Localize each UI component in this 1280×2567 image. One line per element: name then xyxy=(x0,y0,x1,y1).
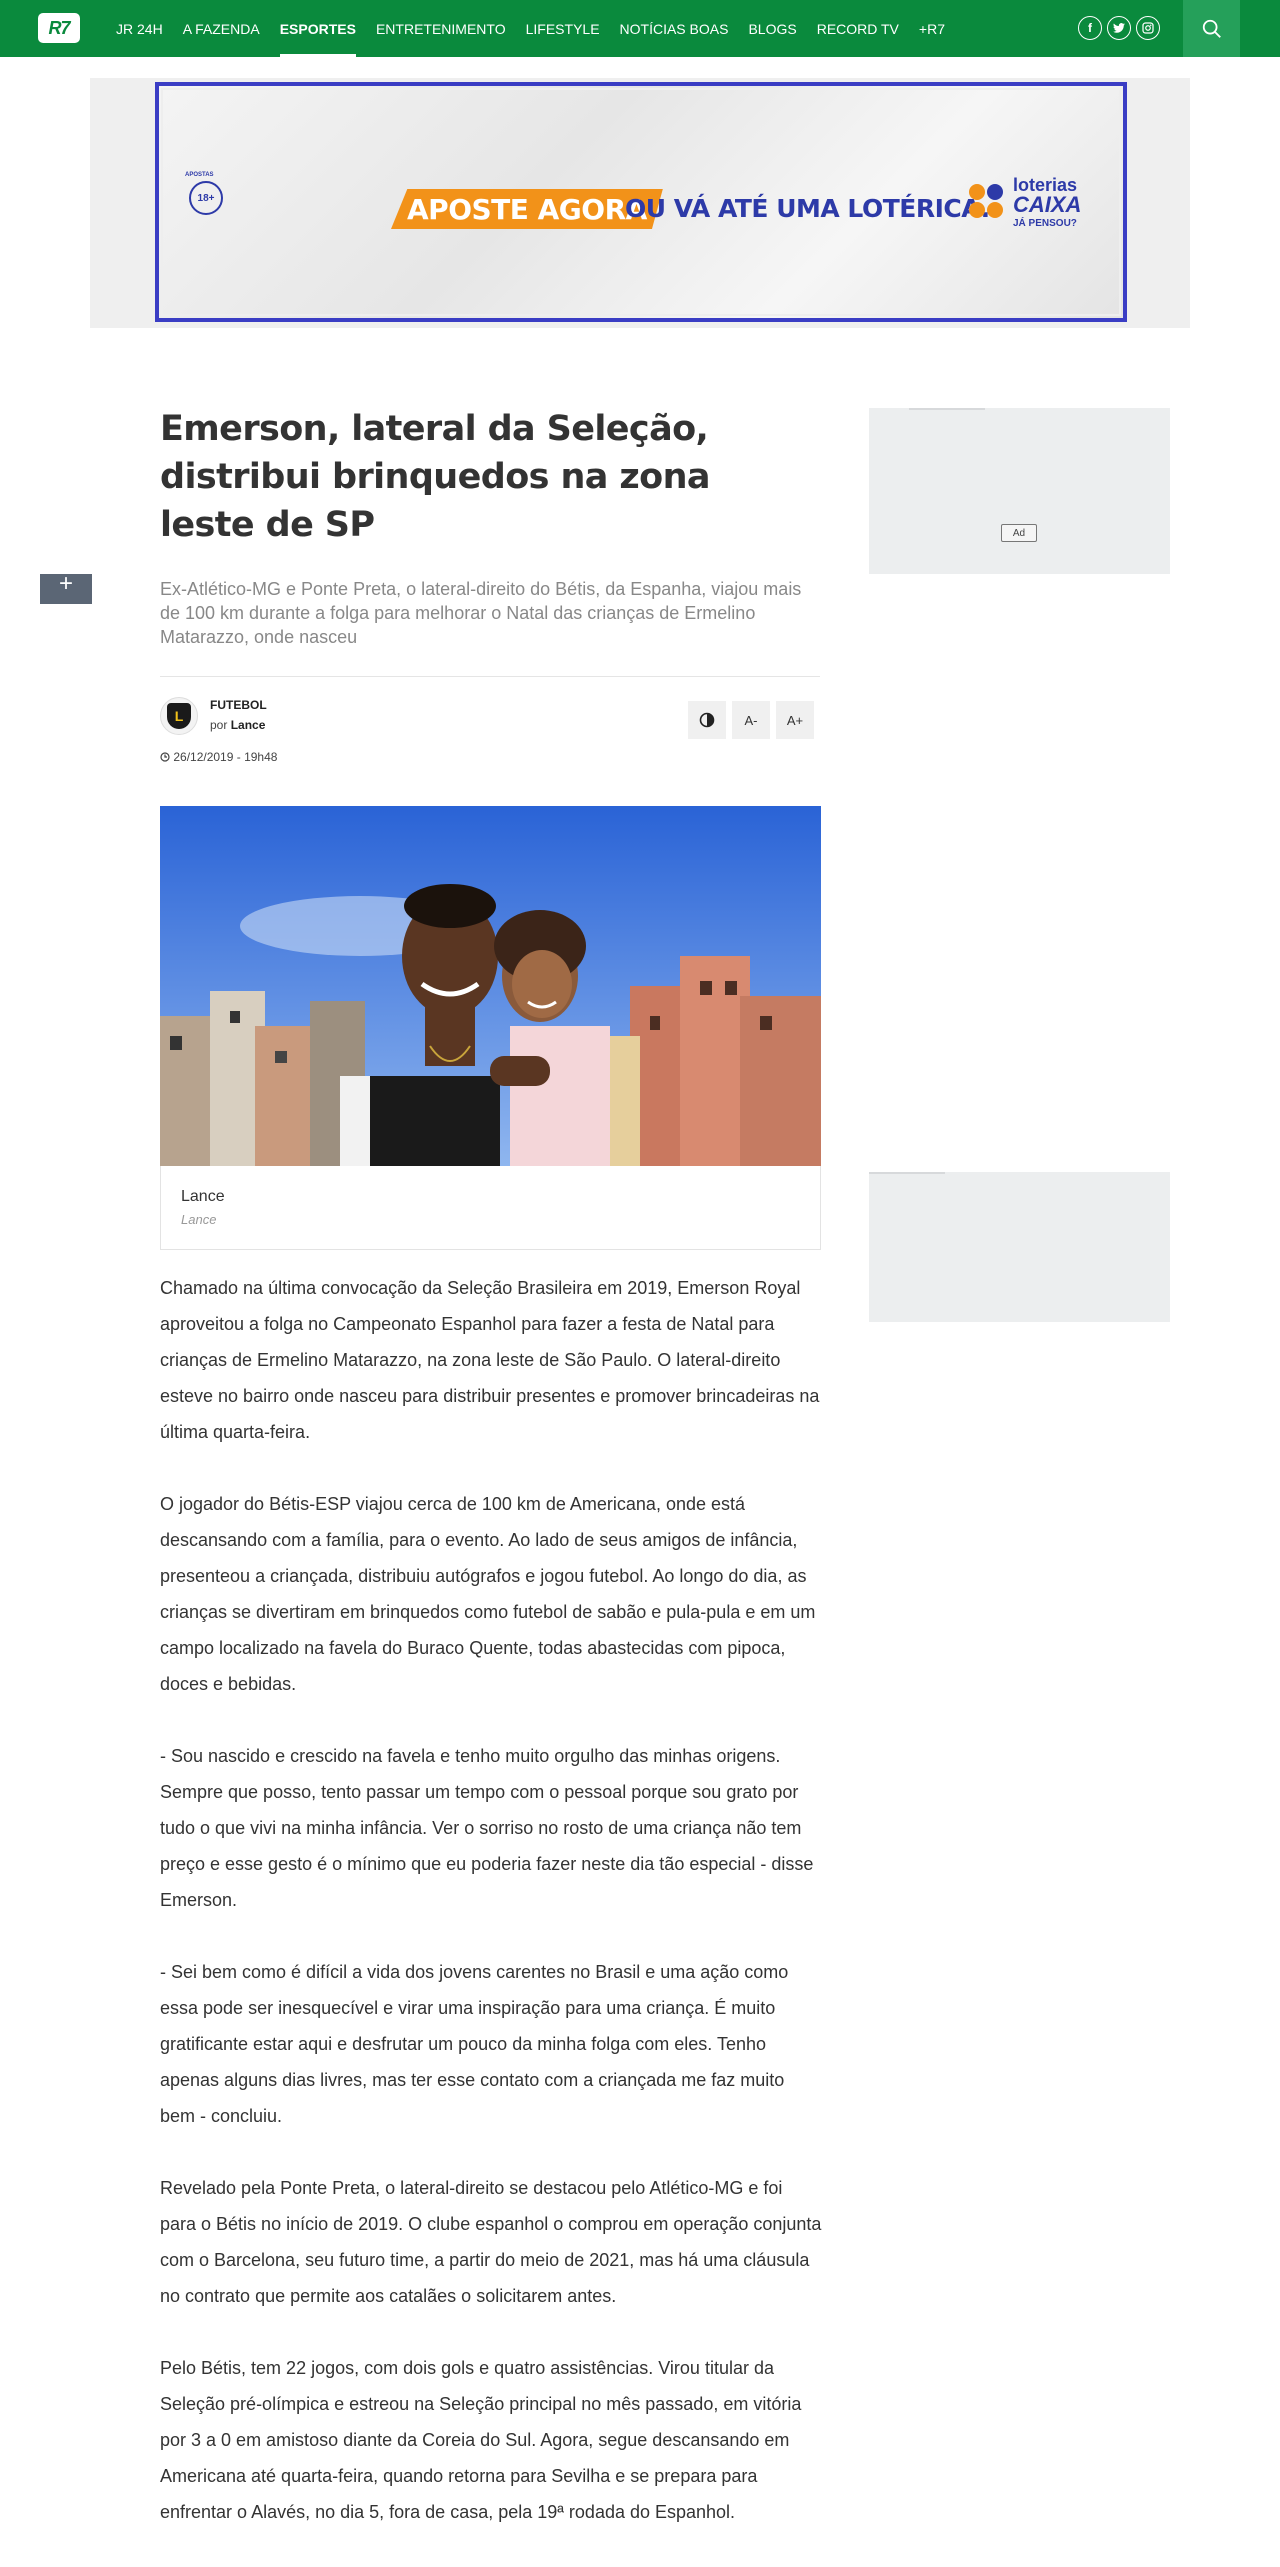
article-subtitle: Ex-Atlético-MG e Ponte Preta, o lateral-… xyxy=(160,579,802,647)
age-18-badge: 18+ xyxy=(189,181,223,215)
search-button[interactable] xyxy=(1183,0,1240,57)
reading-tools: A- A+ xyxy=(688,701,814,739)
contrast-icon xyxy=(699,712,715,728)
publish-date-text: 26/12/2019 - 19h48 xyxy=(173,750,278,764)
nav-item-lifestyle[interactable]: LIFESTYLE xyxy=(526,0,600,57)
nav-item-entretenimento[interactable]: ENTRETENIMENTO xyxy=(376,0,506,57)
clover-icon xyxy=(969,184,1003,218)
article-body: Chamado na última convocação da Seleção … xyxy=(160,1270,822,2566)
contrast-button[interactable] xyxy=(688,701,726,739)
publish-date: 26/12/2019 - 19h48 xyxy=(160,750,277,764)
ja-pensou-text: JÁ PENSOU? xyxy=(1013,218,1077,229)
top-navigation-bar: R7 JR 24H A FAZENDA ESPORTES ENTRETENIME… xyxy=(0,0,1280,57)
social-links: f xyxy=(1078,16,1160,40)
author-name[interactable]: Lance xyxy=(231,718,266,732)
sidebar-ad-top[interactable]: Ad xyxy=(869,408,1170,574)
nav-item-record-tv[interactable]: RECORD TV xyxy=(817,0,899,57)
by-prefix: por xyxy=(210,718,228,732)
search-icon xyxy=(1202,19,1221,38)
clock-icon xyxy=(160,752,170,762)
article-category[interactable]: FUTEBOL xyxy=(210,698,267,712)
instagram-icon[interactable] xyxy=(1136,16,1160,40)
aposte-agora-text: APOSTE AGORA xyxy=(391,189,663,229)
facebook-icon[interactable]: f xyxy=(1078,16,1102,40)
age-badge-top-text: APOSTAS xyxy=(185,172,214,178)
photo-caption-box: Lance Lance xyxy=(160,1166,821,1250)
ad-label: Ad xyxy=(1001,524,1037,542)
nav-item-esportes[interactable]: ESPORTES xyxy=(279,0,357,57)
share-button[interactable]: + xyxy=(40,572,92,604)
paragraph: Revelado pela Ponte Preta, o lateral-dir… xyxy=(160,2178,822,2306)
paragraph: Chamado na última convocação da Seleção … xyxy=(160,1278,820,1442)
increase-font-button[interactable]: A+ xyxy=(776,701,814,739)
nav-item-blogs[interactable]: BLOGS xyxy=(748,0,796,57)
paragraph: Pelo Bétis, tem 22 jogos, com dois gols … xyxy=(160,2358,802,2522)
paragraph: - Sei bem como é difícil a vida dos jove… xyxy=(160,1962,789,2126)
nav-item-jr24h[interactable]: JR 24H xyxy=(116,0,163,57)
r7-logo[interactable]: R7 xyxy=(38,13,80,43)
article-title: Emerson, lateral da Seleção, distribui b… xyxy=(160,409,711,545)
loterias-caixa-logo: loterias CAIXA JÁ PENSOU? xyxy=(969,176,1099,236)
decrease-font-button[interactable]: A- xyxy=(732,701,770,739)
photo-caption: Lance xyxy=(181,1188,225,1205)
nav-item-noticias-boas[interactable]: NOTÍCIAS BOAS xyxy=(620,0,729,57)
lance-avatar[interactable]: L xyxy=(160,697,198,735)
article-photo[interactable] xyxy=(160,806,821,1166)
lottery-ad-banner[interactable]: APOSTAS 18+ APOSTE AGORA OU VÁ ATÉ UMA L… xyxy=(155,82,1127,322)
lance-logo-icon: L xyxy=(167,703,191,729)
ou-va-text: OU VÁ ATÉ UMA LOTÉRICA. xyxy=(625,194,990,223)
nav-item-mais-r7[interactable]: +R7 xyxy=(919,0,945,57)
sidebar-ad-bottom[interactable] xyxy=(869,1172,1170,1322)
nav-item-a-fazenda[interactable]: A FAZENDA xyxy=(183,0,260,57)
article-byline: por Lance xyxy=(210,718,265,732)
paragraph: - Sou nascido e crescido na favela e ten… xyxy=(160,1746,814,1910)
caixa-text: CAIXA xyxy=(1013,192,1082,217)
divider xyxy=(160,676,820,677)
paragraph: O jogador do Bétis-ESP viajou cerca de 1… xyxy=(160,1494,816,1694)
photo-credit: Lance xyxy=(181,1212,217,1227)
main-nav: JR 24H A FAZENDA ESPORTES ENTRETENIMENTO… xyxy=(106,0,955,57)
twitter-icon[interactable] xyxy=(1107,16,1131,40)
